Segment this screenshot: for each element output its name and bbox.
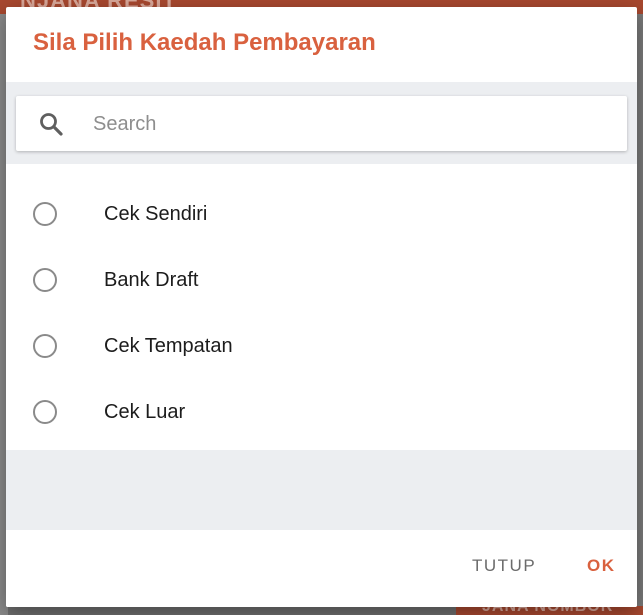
- option-label: Cek Tempatan: [104, 335, 233, 357]
- option-bank-draft[interactable]: Bank Draft: [6, 249, 637, 315]
- search-input[interactable]: [91, 106, 595, 142]
- option-cek-sendiri[interactable]: Cek Sendiri: [6, 183, 637, 249]
- option-cek-tempatan[interactable]: Cek Tempatan: [6, 315, 637, 381]
- search-section: [6, 82, 637, 164]
- background-generate-button-label: JANA NOMBOR: [482, 606, 614, 615]
- empty-list-area: [6, 450, 637, 530]
- radio-button[interactable]: [33, 334, 57, 358]
- dialog-footer: TUTUP OK: [6, 530, 637, 607]
- search-box[interactable]: [16, 96, 627, 151]
- background-generate-button: JANA NOMBOR: [456, 606, 643, 615]
- radio-button[interactable]: [33, 400, 57, 424]
- payment-options-list: Cek Sendiri Bank Draft Cek Tempatan Cek …: [6, 164, 637, 450]
- option-label: Bank Draft: [104, 269, 199, 291]
- ok-button[interactable]: OK: [587, 556, 616, 576]
- search-icon: [38, 111, 64, 137]
- background-right-edge: [637, 14, 643, 615]
- close-button[interactable]: TUTUP: [472, 556, 536, 576]
- radio-button[interactable]: [33, 202, 57, 226]
- option-label: Cek Sendiri: [104, 203, 208, 225]
- radio-button[interactable]: [33, 268, 57, 292]
- option-label: Cek Luar: [104, 401, 186, 423]
- option-cek-luar[interactable]: Cek Luar: [6, 381, 637, 447]
- payment-method-dialog: Sila Pilih Kaedah Pembayaran Cek Sendiri…: [6, 7, 637, 607]
- dialog-title: Sila Pilih Kaedah Pembayaran: [33, 29, 376, 56]
